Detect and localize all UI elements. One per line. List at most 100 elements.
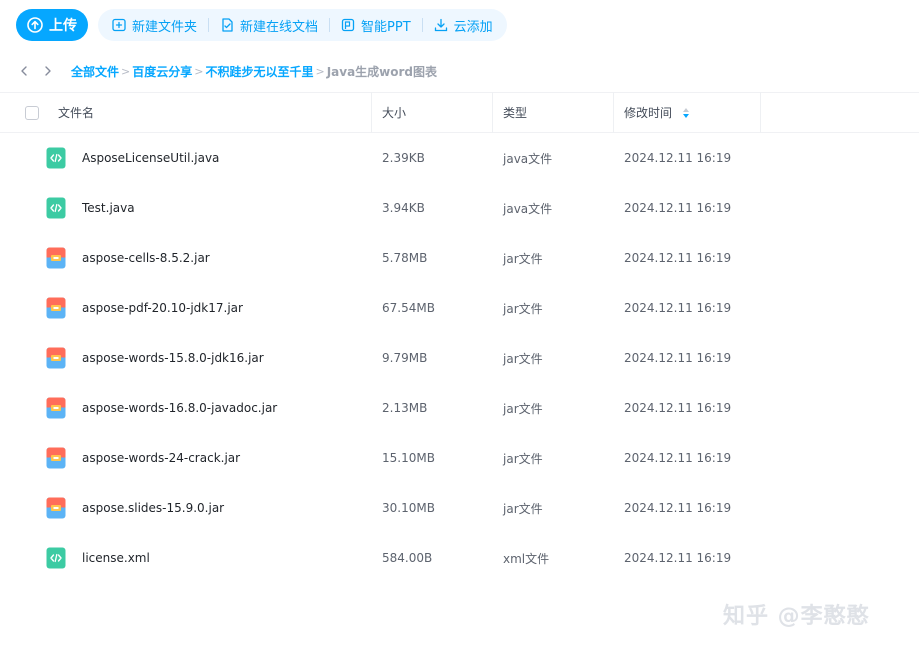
file-type: jar文件 (503, 451, 543, 466)
file-type: xml文件 (503, 551, 550, 566)
column-header-type[interactable]: 类型 (493, 92, 614, 133)
new-folder-button[interactable]: 新建文件夹 (108, 9, 201, 41)
smart-ppt-label: 智能PPT (361, 19, 411, 35)
new-doc-icon (220, 18, 234, 32)
new-online-doc-button[interactable]: 新建在线文档 (216, 9, 322, 41)
breadcrumb-separator: > (315, 64, 325, 78)
smart-ppt-icon (341, 18, 355, 32)
file-size: 9.79MB (382, 351, 428, 365)
file-modified-time: 2024.12.11 16:19 (624, 451, 732, 465)
file-size: 584.00B (382, 551, 433, 565)
code-file-icon (46, 547, 66, 569)
file-type: jar文件 (503, 301, 543, 316)
breadcrumb-current: Java生成word图表 (326, 64, 438, 79)
navigation-bar: 全部文件 > 百度云分享 > 不积跬步无以至千里 > Java生成word图表 (16, 60, 437, 82)
column-header-size[interactable]: 大小 (372, 92, 493, 133)
file-name-cell[interactable]: aspose-words-15.8.0-jdk16.jar (46, 333, 372, 383)
file-name[interactable]: aspose-words-15.8.0-jdk16.jar (82, 351, 264, 365)
file-size: 2.13MB (382, 401, 428, 415)
table-row[interactable]: aspose-words-16.8.0-javadoc.jar 2.13MB jar… (0, 383, 919, 433)
file-modified-time: 2024.12.11 16:19 (624, 551, 732, 565)
file-name[interactable]: aspose-words-16.8.0-javadoc.jar (82, 401, 277, 415)
file-modified-time: 2024.12.11 16:19 (624, 401, 732, 415)
file-type: java文件 (503, 201, 553, 216)
breadcrumb-item-all-files[interactable]: 全部文件 (71, 63, 119, 80)
file-name-cell[interactable]: aspose.slides-15.9.0.jar (46, 483, 372, 533)
cloud-add-button[interactable]: 云添加 (430, 9, 497, 41)
table-row[interactable]: aspose-words-15.8.0-jdk16.jar 9.79MB jar文件… (0, 333, 919, 383)
archive-file-icon (46, 497, 66, 519)
table-header: 文件名 大小 类型 修改时间 (0, 92, 919, 133)
file-type: jar文件 (503, 501, 543, 516)
file-name[interactable]: Test.java (82, 201, 135, 215)
table-row[interactable]: aspose-cells-8.5.2.jar 5.78MB jar文件 2024.12… (0, 233, 919, 283)
divider (421, 18, 423, 32)
cloud-add-icon (434, 18, 448, 32)
archive-file-icon (46, 247, 66, 269)
new-folder-icon (112, 18, 126, 32)
table-row[interactable]: license.xml 584.00B xml文件 2024.12.11 16:19 (0, 533, 919, 583)
divider (208, 18, 210, 32)
toolbar: 上传 新建文件夹 新建在线文档 智能PPT 云添加 (16, 9, 507, 41)
file-name-cell[interactable]: aspose-words-16.8.0-javadoc.jar (46, 383, 372, 433)
archive-file-icon (46, 297, 66, 319)
column-header-modified-label: 修改时间 (624, 106, 673, 120)
file-name[interactable]: aspose.slides-15.9.0.jar (82, 501, 224, 515)
table-body: AsposeLicenseUtil.java 2.39KB java文件 2024.1… (0, 133, 919, 583)
table-row[interactable]: AsposeLicenseUtil.java 2.39KB java文件 2024.1… (0, 133, 919, 183)
upload-button[interactable]: 上传 (16, 9, 88, 41)
column-header-name[interactable]: 文件名 (54, 92, 372, 133)
cloud-add-label: 云添加 (453, 19, 493, 35)
file-size: 5.78MB (382, 251, 428, 265)
breadcrumb-separator: > (121, 64, 131, 78)
file-size: 3.94KB (382, 201, 425, 215)
breadcrumb-item-share[interactable]: 百度云分享 (132, 63, 192, 80)
table-row[interactable]: Test.java 3.94KB java文件 2024.12.11 16:19 (0, 183, 919, 233)
new-online-doc-label: 新建在线文档 (240, 19, 319, 35)
upload-label: 上传 (49, 18, 77, 34)
archive-file-icon (46, 397, 66, 419)
file-modified-time: 2024.12.11 16:19 (624, 151, 732, 165)
code-file-icon (46, 197, 66, 219)
sort-icon[interactable] (682, 107, 690, 119)
file-size: 30.10MB (382, 501, 435, 515)
file-modified-time: 2024.12.11 16:19 (624, 301, 732, 315)
code-file-icon (46, 147, 66, 169)
breadcrumb-separator: > (194, 64, 204, 78)
archive-file-icon (46, 347, 66, 369)
file-table: 文件名 大小 类型 修改时间 AsposeLicenseUtil.java 2.3… (0, 92, 919, 583)
file-name-cell[interactable]: aspose-cells-8.5.2.jar (46, 233, 372, 283)
file-name[interactable]: AsposeLicenseUtil.java (82, 151, 219, 165)
file-name-cell[interactable]: aspose-pdf-20.10-jdk17.jar (46, 283, 372, 333)
file-name[interactable]: aspose-cells-8.5.2.jar (82, 251, 210, 265)
new-folder-label: 新建文件夹 (132, 19, 198, 35)
file-modified-time: 2024.12.11 16:19 (624, 501, 732, 515)
back-arrow-icon[interactable] (16, 63, 32, 79)
file-type: jar文件 (503, 401, 543, 416)
file-name[interactable]: license.xml (82, 551, 150, 565)
file-name[interactable]: aspose-words-24-crack.jar (82, 451, 240, 465)
file-size: 15.10MB (382, 451, 435, 465)
file-size: 67.54MB (382, 301, 435, 315)
file-modified-time: 2024.12.11 16:19 (624, 351, 732, 365)
breadcrumb: 全部文件 > 百度云分享 > 不积跬步无以至千里 > Java生成word图表 (71, 63, 437, 80)
forward-arrow-icon[interactable] (40, 63, 56, 79)
column-header-modified[interactable]: 修改时间 (614, 92, 761, 133)
smart-ppt-button[interactable]: 智能PPT (337, 9, 415, 41)
table-row[interactable]: aspose-pdf-20.10-jdk17.jar 67.54MB jar文件 20… (0, 283, 919, 333)
breadcrumb-item-folder[interactable]: 不积跬步无以至千里 (205, 63, 313, 80)
file-name-cell[interactable]: AsposeLicenseUtil.java (46, 133, 372, 183)
watermark: 知乎 @李憨憨 (723, 604, 870, 629)
file-name-cell[interactable]: license.xml (46, 533, 372, 583)
select-all-cell (0, 92, 54, 133)
table-row[interactable]: aspose-words-24-crack.jar 15.10MB jar文件 202… (0, 433, 919, 483)
action-group: 新建文件夹 新建在线文档 智能PPT 云添加 (98, 9, 507, 41)
file-name[interactable]: aspose-pdf-20.10-jdk17.jar (82, 301, 243, 315)
file-name-cell[interactable]: Test.java (46, 183, 372, 233)
upload-icon (27, 17, 43, 33)
divider (329, 18, 331, 32)
table-row[interactable]: aspose.slides-15.9.0.jar 30.10MB jar文件 2024… (0, 483, 919, 533)
file-size: 2.39KB (382, 151, 425, 165)
select-all-checkbox[interactable] (25, 105, 39, 120)
file-name-cell[interactable]: aspose-words-24-crack.jar (46, 433, 372, 483)
